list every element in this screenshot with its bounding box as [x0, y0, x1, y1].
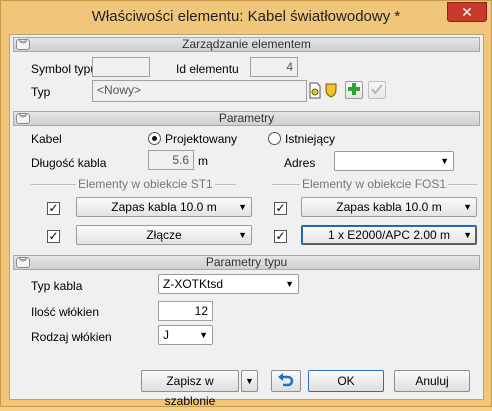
kabel-label: Kabel [31, 132, 62, 146]
undo-button[interactable] [271, 370, 301, 392]
st1-row2-value: Złącze [146, 228, 182, 242]
radio-istniejacy-label[interactable]: Istniejący [285, 132, 335, 146]
fos1-row1-combo[interactable]: Zapas kabla 10.0 m ▼ [301, 197, 477, 217]
adres-label: Adres [284, 156, 316, 170]
radio-istniejacy[interactable] [268, 132, 281, 145]
add-button[interactable] [345, 81, 363, 99]
dlugosc-unit: m [198, 154, 208, 168]
group-st1-title: Elementy w obiekcie ST1 [76, 177, 215, 191]
fos1-row2-value: 1 x E2000/APC 2.00 m [327, 228, 451, 242]
fos1-row1-checkbox[interactable]: ✓ [274, 202, 287, 215]
confirm-button[interactable] [368, 81, 386, 99]
id-elementu-label: Id elementu [176, 62, 239, 76]
section-parametry-header[interactable]: ︾ Parametry [13, 111, 480, 126]
radio-projektowany-label[interactable]: Projektowany [165, 132, 237, 146]
section-zarzadzanie-header[interactable]: ︾ Zarządzanie elementem [13, 37, 480, 52]
undo-icon [278, 373, 294, 387]
st1-row2-combo[interactable]: Złącze ▼ [76, 225, 252, 245]
typ-kabla-label: Typ kabla [31, 279, 83, 293]
st1-row1-combo[interactable]: Zapas kabla 10.0 m ▼ [76, 197, 252, 217]
dropdown-arrow-icon: ▼ [463, 230, 472, 240]
section-title: Zarządzanie elementem [182, 37, 311, 51]
dropdown-arrow-icon: ▼ [440, 156, 449, 166]
symbol-typu-field [92, 57, 150, 77]
id-elementu-field: 4 [250, 57, 298, 77]
section-parametry-typu-header[interactable]: ︾ Parametry typu [13, 255, 480, 270]
st1-row1-checkbox[interactable]: ✓ [47, 202, 60, 215]
title-bar[interactable]: Właściwości elementu: Kabel światłowodow… [1, 1, 491, 34]
dropdown-arrow-icon: ▼ [463, 202, 472, 212]
adres-combo[interactable]: ▼ [334, 151, 454, 171]
dlugosc-kabla-field: 5.6 [148, 150, 194, 170]
typ-field[interactable]: <Nowy> [92, 80, 307, 102]
typ-kabla-value: Z-XOTKtsd [163, 277, 224, 291]
dlugosc-kabla-label: Długość kabla [31, 156, 107, 170]
close-button[interactable]: ✕ [447, 2, 487, 22]
symbol-typu-label: Symbol typu [31, 62, 98, 76]
section-title: Parametry typu [205, 255, 288, 269]
dialog-client: ︾ Zarządzanie elementem Symbol typu Id e… [9, 34, 484, 408]
dropdown-arrow-icon: ▼ [285, 279, 294, 289]
shield-icon[interactable] [324, 82, 338, 99]
st1-row2-checkbox[interactable]: ✓ [47, 230, 60, 243]
ilosc-wlokien-field[interactable]: 12 [158, 301, 213, 321]
fos1-row2-checkbox[interactable]: ✓ [274, 230, 287, 243]
rodzaj-wlokien-combo[interactable]: J ▼ [158, 325, 213, 345]
zapisz-w-szablonie-button[interactable]: Zapisz w szablonie [141, 370, 239, 408]
dropdown-arrow-icon: ▼ [238, 202, 247, 212]
ok-button[interactable]: OK [308, 370, 384, 392]
group-fos1-title: Elementy w obiekcie FOS1 [300, 177, 449, 191]
ilosc-wlokien-label: Ilość włókien [31, 305, 100, 319]
document-icon[interactable] [308, 82, 322, 99]
st1-row1-value: Zapas kabla 10.0 m [111, 200, 217, 214]
zapisz-dropdown-button[interactable]: ▼ [241, 370, 258, 392]
dialog-window: Właściwości elementu: Kabel światłowodow… [0, 0, 492, 408]
anuluj-button[interactable]: Anuluj [394, 370, 470, 392]
rodzaj-wlokien-label: Rodzaj włókien [31, 330, 112, 344]
plus-icon [348, 83, 360, 95]
window-title: Właściwości elementu: Kabel światłowodow… [91, 8, 401, 25]
radio-projektowany[interactable] [148, 132, 161, 145]
checkmark-icon [371, 84, 383, 95]
fos1-row1-value: Zapas kabla 10.0 m [336, 200, 442, 214]
dropdown-arrow-icon: ▼ [238, 230, 247, 240]
fos1-row2-combo[interactable]: 1 x E2000/APC 2.00 m ▼ [301, 225, 477, 245]
typ-kabla-combo[interactable]: Z-XOTKtsd ▼ [158, 274, 299, 294]
typ-label: Typ [31, 85, 51, 99]
section-title: Parametry [218, 111, 275, 125]
dropdown-arrow-icon: ▼ [199, 330, 208, 340]
rodzaj-wlokien-value: J [163, 328, 169, 342]
